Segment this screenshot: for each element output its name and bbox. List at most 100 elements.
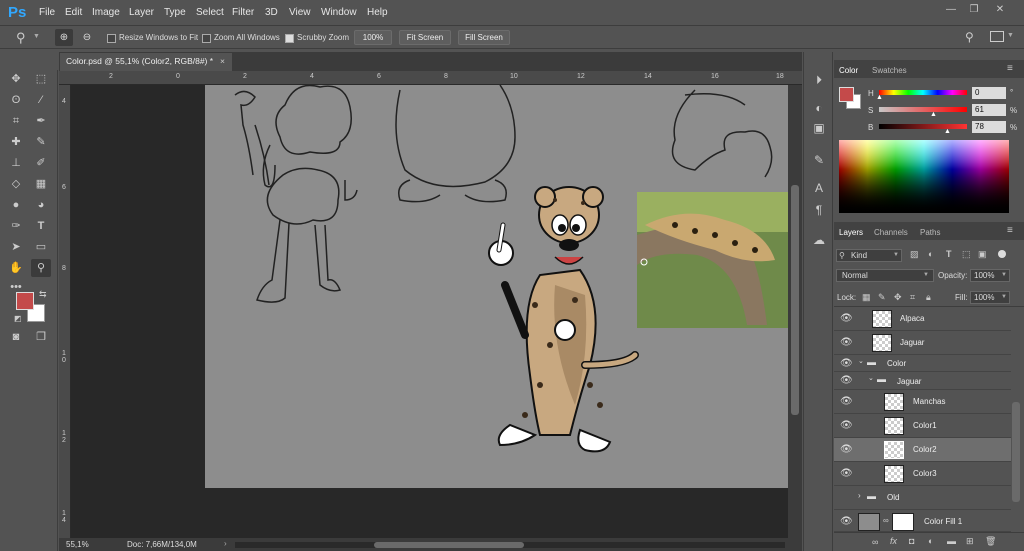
blend-mode-select[interactable]: Normal ▼ — [836, 269, 934, 282]
layer-name[interactable]: Color1 — [913, 421, 937, 430]
saturation-slider-handle[interactable]: ▲ — [930, 111, 937, 118]
visibility-eye-icon[interactable]: 👁︎ — [840, 337, 853, 348]
close-icon[interactable]: ✕ — [993, 4, 1007, 16]
pen-tool-icon[interactable]: ✑ — [6, 217, 26, 235]
adjustment-layer-icon[interactable]: ◐ — [928, 536, 933, 546]
eraser-tool-icon[interactable]: ◇ — [6, 175, 26, 193]
menu-layer[interactable]: Layer — [129, 7, 154, 18]
layer-row-alpaca[interactable]: 👁︎ Alpaca — [834, 307, 1011, 331]
brightness-slider[interactable] — [879, 124, 967, 129]
delete-layer-icon[interactable]: 🗑︎ — [985, 536, 996, 547]
filter-smart-object-icon[interactable]: ▣ — [978, 249, 987, 260]
fill-screen-button[interactable]: Fill Screen — [458, 30, 510, 45]
chevron-down-icon[interactable]: ⌄ — [858, 357, 864, 365]
styles-icon[interactable]: ▣ — [811, 120, 827, 136]
zoom-tool-icon[interactable]: ⚲ — [31, 259, 51, 277]
default-colors-icon[interactable]: ◩ — [14, 314, 22, 323]
layer-name[interactable]: Old — [887, 493, 899, 502]
menu-help[interactable]: Help — [367, 7, 388, 18]
visibility-eye-icon[interactable]: 👁︎ — [840, 313, 853, 324]
hue-value[interactable]: 0 — [972, 87, 1006, 99]
search-icon[interactable]: ⚲ — [965, 30, 974, 44]
chevron-down-icon[interactable]: ⌄ — [868, 374, 874, 382]
layer-name[interactable]: Color — [887, 359, 906, 368]
zoom-out-icon[interactable]: ⊖ — [78, 29, 96, 46]
close-tab-icon[interactable]: × — [220, 56, 225, 66]
libraries-icon[interactable]: ☁ — [811, 232, 827, 248]
character-icon[interactable]: A — [811, 180, 827, 196]
filter-adjustment-icon[interactable]: ◐ — [928, 249, 933, 259]
layer-filter-select[interactable]: ⚲ Kind ▼ — [836, 249, 902, 262]
brightness-value[interactable]: 78 — [972, 121, 1006, 133]
tab-layers[interactable]: Layers — [839, 228, 863, 237]
paragraph-icon[interactable]: ¶ — [811, 202, 827, 218]
document-tab[interactable]: Color.psd @ 55,1% (Color2, RGB/8#) * × — [60, 53, 232, 71]
add-mask-icon[interactable]: ◘ — [909, 536, 914, 546]
layer-name[interactable]: Color2 — [913, 445, 937, 454]
blur-tool-icon[interactable]: ● — [6, 196, 26, 214]
menu-image[interactable]: Image — [92, 7, 120, 18]
history-icon[interactable]: ⏵ — [811, 72, 827, 88]
scroll-thumb[interactable] — [791, 185, 799, 415]
filter-shape-icon[interactable]: ⬚ — [962, 249, 971, 260]
layer-group-jaguar[interactable]: 👁︎ ⌄ ▬ Jaguar — [834, 372, 1011, 390]
link-layers-icon[interactable]: ∞ — [872, 537, 878, 547]
dodge-tool-icon[interactable]: ◕ — [31, 196, 51, 214]
lock-transparent-icon[interactable]: ▦ — [862, 292, 871, 303]
move-tool-icon[interactable]: ✥ — [6, 70, 26, 88]
visibility-eye-icon[interactable]: 👁︎ — [840, 396, 853, 407]
layer-row-color2[interactable]: 👁︎ Color2 — [834, 438, 1011, 462]
layer-group-old[interactable]: › ▬ Old — [834, 486, 1011, 510]
layer-name[interactable]: Jaguar — [897, 377, 921, 386]
tab-paths[interactable]: Paths — [920, 228, 940, 237]
new-group-icon[interactable]: ▬ — [947, 536, 956, 546]
brightness-slider-handle[interactable]: ▲ — [944, 128, 951, 135]
zoom-level[interactable]: 55,1% — [66, 540, 89, 549]
lock-all-icon[interactable]: 🔒︎ — [926, 292, 931, 303]
panel-menu-icon[interactable]: ≡ — [1007, 225, 1013, 236]
visibility-eye-icon[interactable]: 👁︎ — [840, 444, 853, 455]
layer-row-color3[interactable]: 👁︎ Color3 — [834, 462, 1011, 486]
layer-group-color[interactable]: 👁︎ ⌄ ▬ Color — [834, 355, 1011, 372]
tab-channels[interactable]: Channels — [874, 228, 908, 237]
opacity-field[interactable]: 100% ▼ — [970, 269, 1010, 282]
lock-position-icon[interactable]: ✥ — [894, 292, 902, 303]
layer-name[interactable]: Color3 — [913, 469, 937, 478]
workspace-icon[interactable] — [990, 31, 1004, 42]
saturation-slider[interactable] — [879, 107, 967, 112]
filter-type-icon[interactable]: T — [946, 249, 952, 259]
clone-stamp-tool-icon[interactable]: ⊥ — [6, 154, 26, 172]
zoom-100-button[interactable]: 100% — [354, 30, 392, 45]
crop-tool-icon[interactable]: ⌗ — [6, 112, 26, 130]
foreground-color-swatch[interactable] — [16, 292, 34, 310]
tab-color[interactable]: Color — [839, 66, 858, 75]
lasso-tool-icon[interactable]: ʘ — [6, 91, 26, 109]
chevron-right-icon[interactable]: › — [858, 491, 861, 500]
filter-toggle-icon[interactable] — [998, 250, 1006, 258]
menu-select[interactable]: Select — [196, 7, 224, 18]
color-spectrum[interactable] — [839, 140, 1009, 213]
visibility-eye-icon[interactable]: 👁︎ — [840, 420, 853, 431]
chevron-right-icon[interactable]: › — [224, 539, 227, 548]
quick-mask-icon[interactable]: ◙ — [6, 328, 26, 346]
menu-window[interactable]: Window — [321, 7, 357, 18]
horizontal-scroll-thumb[interactable] — [374, 542, 524, 548]
tab-swatches[interactable]: Swatches — [872, 66, 907, 75]
menu-view[interactable]: View — [289, 7, 311, 18]
marquee-tool-icon[interactable]: ⬚ — [31, 70, 51, 88]
path-selection-tool-icon[interactable]: ➤ — [6, 238, 26, 256]
vertical-scrollbar[interactable] — [788, 85, 802, 538]
healing-brush-tool-icon[interactable]: ✚ — [6, 133, 26, 151]
hue-slider[interactable] — [879, 90, 967, 95]
fx-icon[interactable]: fx — [890, 536, 897, 546]
menu-filter[interactable]: Filter — [232, 7, 254, 18]
fill-field[interactable]: 100% ▼ — [970, 291, 1010, 304]
app-logo[interactable]: Ps — [8, 4, 26, 21]
visibility-eye-icon[interactable]: 👁︎ — [840, 516, 853, 527]
hue-slider-handle[interactable]: ▲ — [876, 94, 883, 101]
minimize-icon[interactable]: — — [944, 4, 958, 16]
swap-colors-icon[interactable]: ⇆ — [39, 289, 47, 300]
eyedropper-tool-icon[interactable]: ✒ — [31, 112, 51, 130]
saturation-value[interactable]: 61 — [972, 104, 1006, 116]
menu-3d[interactable]: 3D — [265, 7, 278, 18]
